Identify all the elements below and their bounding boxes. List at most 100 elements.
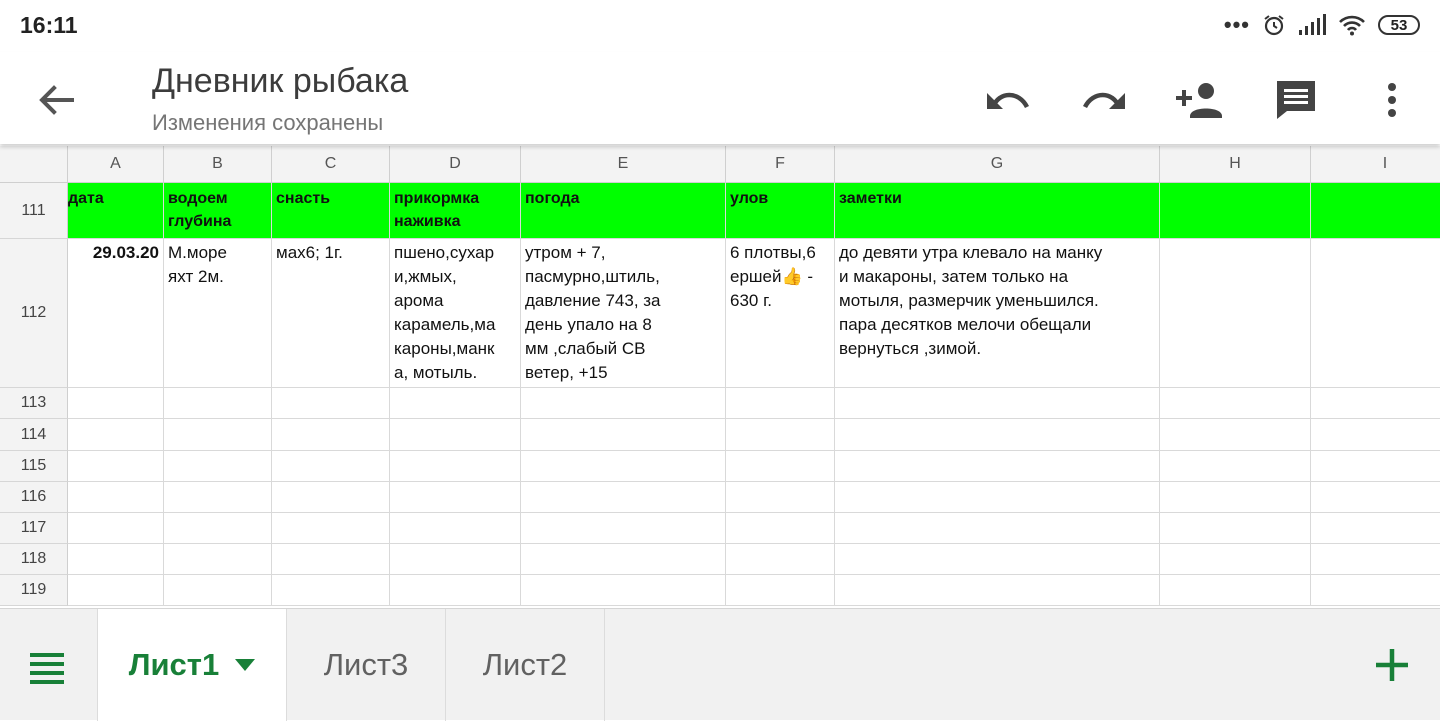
sheets-menu-button[interactable] <box>28 649 68 685</box>
comments-button[interactable] <box>1270 74 1322 126</box>
cell-g118[interactable] <box>835 544 1160 575</box>
cell-i112[interactable] <box>1311 239 1440 388</box>
cell-h116[interactable] <box>1160 482 1311 513</box>
cell-a114[interactable] <box>68 419 164 451</box>
tab-sheet-2[interactable]: Лист2 <box>446 609 605 721</box>
cell-e115[interactable] <box>521 451 726 482</box>
cell-f112[interactable]: 6 плотвы,6 ершей👍 - 630 г. <box>726 239 835 388</box>
cell-i111[interactable] <box>1311 183 1440 239</box>
row-header-111[interactable]: 111 <box>0 183 68 239</box>
row-header-113[interactable]: 113 <box>0 388 68 419</box>
cell-i117[interactable] <box>1311 513 1440 544</box>
cell-d112[interactable]: пшено,сухар и,жмых, арома карамель,ма ка… <box>390 239 521 388</box>
cell-c118[interactable] <box>272 544 390 575</box>
cell-g119[interactable] <box>835 575 1160 606</box>
cell-e112[interactable]: утром + 7, пасмурно,штиль, давление 743,… <box>521 239 726 388</box>
cell-i119[interactable] <box>1311 575 1440 606</box>
cell-f116[interactable] <box>726 482 835 513</box>
cell-e116[interactable] <box>521 482 726 513</box>
column-header-c[interactable]: C <box>272 146 390 183</box>
column-header-f[interactable]: F <box>726 146 835 183</box>
select-all-corner[interactable] <box>0 146 68 183</box>
cell-e113[interactable] <box>521 388 726 419</box>
row-header-118[interactable]: 118 <box>0 544 68 575</box>
column-header-d[interactable]: D <box>390 146 521 183</box>
cell-d115[interactable] <box>390 451 521 482</box>
row-header-117[interactable]: 117 <box>0 513 68 544</box>
cell-e119[interactable] <box>521 575 726 606</box>
cell-h117[interactable] <box>1160 513 1311 544</box>
cell-d116[interactable] <box>390 482 521 513</box>
cell-d118[interactable] <box>390 544 521 575</box>
cell-b112[interactable]: М.море яхт 2м. <box>164 239 272 388</box>
document-title[interactable]: Дневник рыбака <box>152 62 408 101</box>
cell-c113[interactable] <box>272 388 390 419</box>
cell-c116[interactable] <box>272 482 390 513</box>
cell-a118[interactable] <box>68 544 164 575</box>
cell-g111[interactable]: заметки <box>835 183 1160 239</box>
cell-c114[interactable] <box>272 419 390 451</box>
row-header-115[interactable]: 115 <box>0 451 68 482</box>
cell-i116[interactable] <box>1311 482 1440 513</box>
cell-a119[interactable] <box>68 575 164 606</box>
cell-c112[interactable]: мах6; 1г. <box>272 239 390 388</box>
row-header-116[interactable]: 116 <box>0 482 68 513</box>
cell-b118[interactable] <box>164 544 272 575</box>
undo-button[interactable] <box>982 74 1034 126</box>
cell-i113[interactable] <box>1311 388 1440 419</box>
cell-b113[interactable] <box>164 388 272 419</box>
cell-e117[interactable] <box>521 513 726 544</box>
cell-a116[interactable] <box>68 482 164 513</box>
cell-e114[interactable] <box>521 419 726 451</box>
column-header-i[interactable]: I <box>1311 146 1440 183</box>
add-sheet-button[interactable] <box>1370 643 1414 687</box>
cell-h111[interactable] <box>1160 183 1311 239</box>
tab-sheet-3[interactable]: Лист3 <box>287 609 446 721</box>
cell-e118[interactable] <box>521 544 726 575</box>
tab-dropdown-icon[interactable] <box>235 659 256 671</box>
cell-i115[interactable] <box>1311 451 1440 482</box>
cell-f111[interactable]: улов <box>726 183 835 239</box>
back-button[interactable] <box>34 78 78 122</box>
cell-i114[interactable] <box>1311 419 1440 451</box>
cell-d114[interactable] <box>390 419 521 451</box>
column-header-g[interactable]: G <box>835 146 1160 183</box>
cell-a111[interactable]: дата <box>68 183 164 239</box>
cell-g117[interactable] <box>835 513 1160 544</box>
cell-d117[interactable] <box>390 513 521 544</box>
cell-c119[interactable] <box>272 575 390 606</box>
tab-sheet-1[interactable]: Лист1 <box>97 609 287 721</box>
cell-c115[interactable] <box>272 451 390 482</box>
cell-g112[interactable]: до девяти утра клевало на манку и макаро… <box>835 239 1160 388</box>
cell-f117[interactable] <box>726 513 835 544</box>
cell-h115[interactable] <box>1160 451 1311 482</box>
row-header-119[interactable]: 119 <box>0 575 68 606</box>
cell-f119[interactable] <box>726 575 835 606</box>
cell-i118[interactable] <box>1311 544 1440 575</box>
cell-g114[interactable] <box>835 419 1160 451</box>
cell-c117[interactable] <box>272 513 390 544</box>
cell-a113[interactable] <box>68 388 164 419</box>
column-header-a[interactable]: A <box>68 146 164 183</box>
column-header-e[interactable]: E <box>521 146 726 183</box>
cell-f114[interactable] <box>726 419 835 451</box>
cell-g116[interactable] <box>835 482 1160 513</box>
cell-f113[interactable] <box>726 388 835 419</box>
cell-b111[interactable]: водоем глубина <box>164 183 272 239</box>
cell-b119[interactable] <box>164 575 272 606</box>
cell-g115[interactable] <box>835 451 1160 482</box>
column-header-h[interactable]: H <box>1160 146 1311 183</box>
more-options-button[interactable] <box>1366 74 1418 126</box>
cell-d119[interactable] <box>390 575 521 606</box>
cell-b116[interactable] <box>164 482 272 513</box>
cell-b117[interactable] <box>164 513 272 544</box>
cell-d111[interactable]: прикормка наживка <box>390 183 521 239</box>
cell-c111[interactable]: снасть <box>272 183 390 239</box>
redo-button[interactable] <box>1078 74 1130 126</box>
cell-b114[interactable] <box>164 419 272 451</box>
cell-b115[interactable] <box>164 451 272 482</box>
cell-h114[interactable] <box>1160 419 1311 451</box>
row-header-114[interactable]: 114 <box>0 419 68 451</box>
cell-h118[interactable] <box>1160 544 1311 575</box>
share-button[interactable] <box>1174 74 1226 126</box>
